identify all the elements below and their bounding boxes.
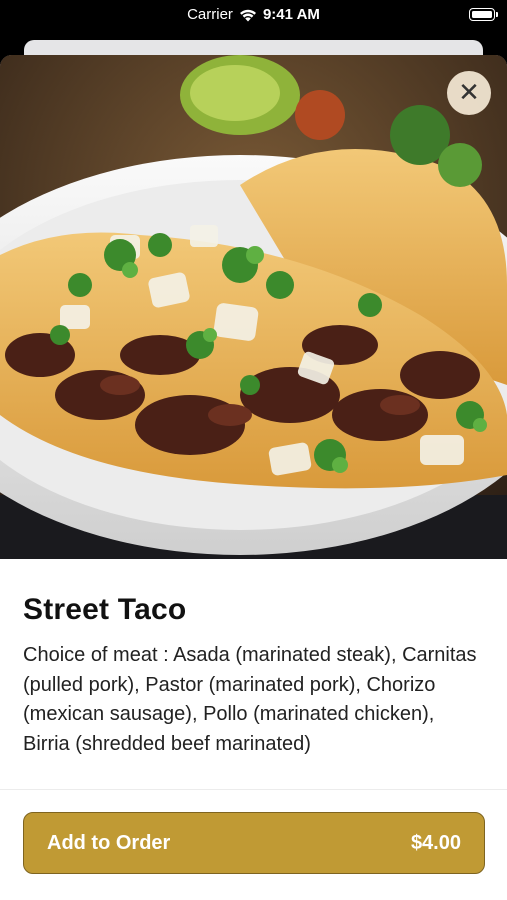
battery-icon bbox=[469, 8, 498, 21]
item-title: Street Taco bbox=[23, 593, 187, 626]
item-description: Choice of meat : Asada (marinated steak)… bbox=[23, 644, 477, 755]
carrier-label: Carrier bbox=[187, 6, 233, 23]
close-icon: ✕ bbox=[458, 78, 480, 108]
item-details: Street Taco Choice of meat : Asada (mari… bbox=[23, 593, 484, 759]
wifi-icon bbox=[239, 9, 256, 21]
order-footer: Add to Order $4.00 bbox=[0, 789, 507, 900]
item-detail-modal: ✕ Street Taco Choice of meat : Asada (ma… bbox=[0, 55, 507, 900]
add-to-order-label: Add to Order bbox=[47, 831, 171, 854]
status-bar: Carrier 9:41 AM bbox=[0, 0, 507, 32]
close-button[interactable]: ✕ bbox=[447, 71, 491, 115]
street-taco-image: ✕ bbox=[0, 55, 507, 559]
taco-photo-illustration bbox=[0, 55, 507, 559]
app-screen: Carrier 9:41 AM ✕ Street Taco Choice of … bbox=[0, 0, 507, 900]
status-time: 9:41 AM bbox=[262, 6, 320, 23]
add-to-order-button[interactable]: Add to Order $4.00 bbox=[23, 812, 485, 874]
item-price: $4.00 bbox=[410, 831, 461, 854]
